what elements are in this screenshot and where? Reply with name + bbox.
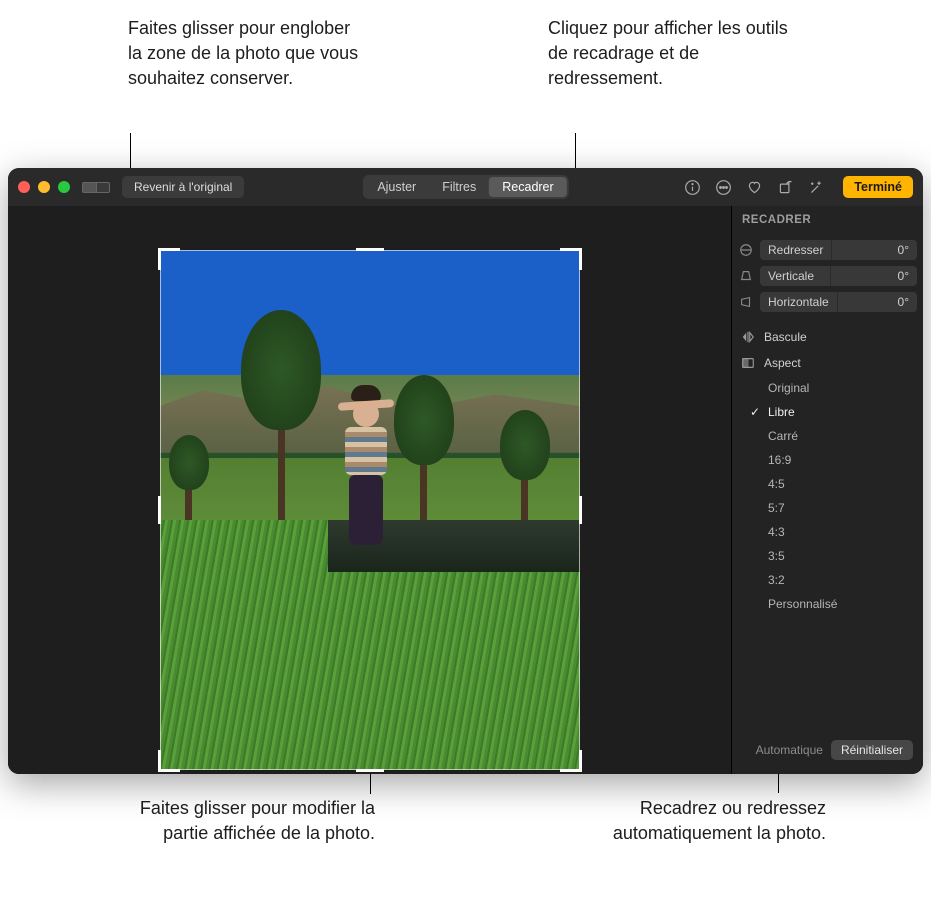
aspect-4-5[interactable]: 4:5 xyxy=(768,472,923,496)
reset-crop-button[interactable]: Réinitialiser xyxy=(831,740,913,760)
aspect-4-3[interactable]: 4:3 xyxy=(768,520,923,544)
crop-handle-bottom-right[interactable] xyxy=(560,750,582,772)
more-icon[interactable] xyxy=(715,179,732,196)
crop-sidebar: RECADRER Redresser 0° Verticale 0° xyxy=(731,206,923,774)
crop-handle-bottom[interactable] xyxy=(356,769,384,772)
straighten-label: Redresser xyxy=(760,240,831,260)
crop-handle-top-left[interactable] xyxy=(158,248,180,270)
aspect-square[interactable]: Carré xyxy=(768,424,923,448)
straighten-icon xyxy=(738,243,754,257)
sidebar-toggle[interactable] xyxy=(82,182,110,193)
photo-canvas xyxy=(8,206,731,774)
magic-icon[interactable] xyxy=(808,179,825,196)
crop-handle-left[interactable] xyxy=(158,496,161,524)
aspect-row[interactable]: Aspect xyxy=(732,350,923,376)
sidebar-title: RECADRER xyxy=(732,206,923,238)
info-icon[interactable] xyxy=(684,179,701,196)
callout-line xyxy=(575,133,576,173)
aspect-label: Aspect xyxy=(764,356,801,370)
horizontal-label: Horizontale xyxy=(760,292,837,312)
aspect-16-9[interactable]: 16:9 xyxy=(768,448,923,472)
app-window: Revenir à l'original Ajuster Filtres Rec… xyxy=(8,168,923,774)
aspect-3-2[interactable]: 3:2 xyxy=(768,568,923,592)
tab-adjust[interactable]: Ajuster xyxy=(364,177,429,197)
auto-crop-button[interactable]: Automatique xyxy=(756,743,823,757)
vertical-value[interactable]: 0° xyxy=(830,266,917,286)
window-controls xyxy=(18,181,70,193)
crop-frame[interactable] xyxy=(160,250,580,770)
vertical-perspective-icon xyxy=(738,269,754,283)
revert-to-original-button[interactable]: Revenir à l'original xyxy=(122,176,244,198)
callout-auto-recrop: Recadrez ou redressez automatiquement la… xyxy=(546,796,826,846)
vertical-label: Verticale xyxy=(760,266,830,286)
aspect-custom[interactable]: Personnalisé xyxy=(768,592,923,616)
straighten-row[interactable]: Redresser 0° xyxy=(732,238,923,262)
fullscreen-window-button[interactable] xyxy=(58,181,70,193)
horizontal-value[interactable]: 0° xyxy=(837,292,917,312)
tab-filters[interactable]: Filtres xyxy=(429,177,489,197)
horizontal-row[interactable]: Horizontale 0° xyxy=(732,290,923,314)
aspect-icon xyxy=(740,356,756,370)
callout-drag-change: Faites glisser pour modifier la partie a… xyxy=(130,796,375,846)
edit-mode-tabs: Ajuster Filtres Recadrer xyxy=(362,175,568,199)
crop-handle-top-right[interactable] xyxy=(560,248,582,270)
aspect-free[interactable]: Libre xyxy=(768,400,923,424)
flip-icon xyxy=(740,330,756,344)
aspect-3-5[interactable]: 3:5 xyxy=(768,544,923,568)
close-window-button[interactable] xyxy=(18,181,30,193)
favorite-icon[interactable] xyxy=(746,179,763,196)
crop-handle-bottom-left[interactable] xyxy=(158,750,180,772)
rotate-icon[interactable] xyxy=(777,179,794,196)
tab-crop[interactable]: Recadrer xyxy=(489,177,566,197)
aspect-5-7[interactable]: 5:7 xyxy=(768,496,923,520)
crop-handle-right[interactable] xyxy=(579,496,582,524)
callout-click-tools: Cliquez pour afficher les outils de reca… xyxy=(548,16,798,92)
aspect-original[interactable]: Original xyxy=(768,376,923,400)
crop-handle-top[interactable] xyxy=(356,248,384,251)
flip-row[interactable]: Bascule xyxy=(732,324,923,350)
horizontal-perspective-icon xyxy=(738,295,754,309)
photo-preview[interactable] xyxy=(160,250,580,770)
minimize-window-button[interactable] xyxy=(38,181,50,193)
callout-drag-keep: Faites glisser pour englober la zone de … xyxy=(128,16,368,92)
aspect-options: Original Libre Carré 16:9 4:5 5:7 4:3 3:… xyxy=(732,376,923,616)
toolbar: Revenir à l'original Ajuster Filtres Rec… xyxy=(8,168,923,206)
vertical-row[interactable]: Verticale 0° xyxy=(732,264,923,288)
flip-label: Bascule xyxy=(764,330,807,344)
done-button[interactable]: Terminé xyxy=(843,176,913,198)
straighten-value[interactable]: 0° xyxy=(831,240,917,260)
